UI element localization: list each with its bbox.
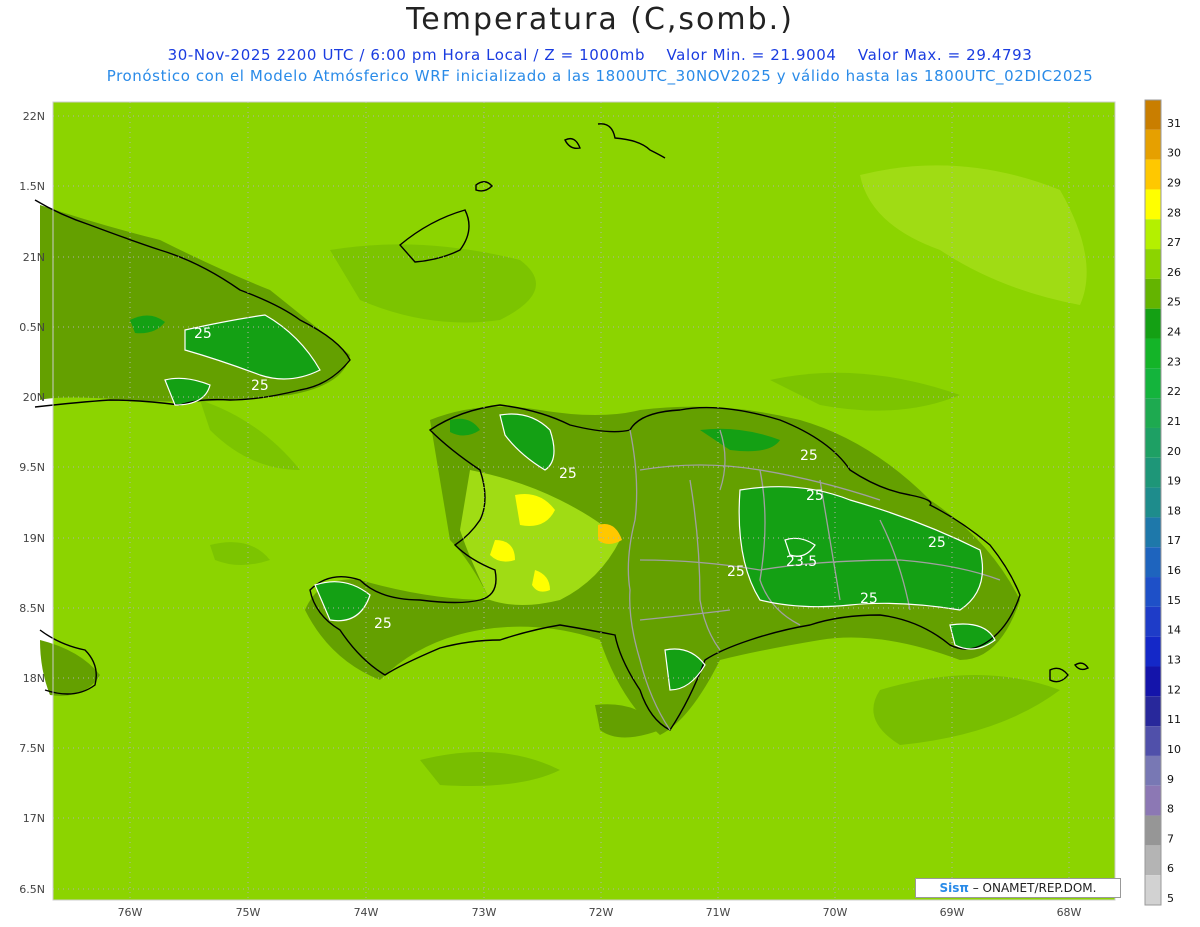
colorbar-swatch — [1145, 547, 1161, 578]
contour-label: 25 — [727, 564, 745, 580]
colorbar-swatch — [1145, 249, 1161, 279]
lat-label: 22N — [23, 110, 45, 123]
colorbar-label: 30 — [1167, 147, 1181, 160]
lat-label: 8.5N — [19, 602, 45, 615]
lat-label: 18N — [23, 672, 45, 685]
colorbar-swatch — [1145, 666, 1161, 697]
colorbar-swatch — [1145, 278, 1161, 309]
colorbar-label: 6 — [1167, 862, 1174, 875]
contour-label: 25 — [800, 448, 818, 464]
colorbar-label: 23 — [1167, 355, 1181, 368]
colorbar-label: 14 — [1167, 624, 1181, 637]
colorbar-label: 10 — [1167, 743, 1181, 756]
colorbar-swatch — [1145, 517, 1161, 548]
colorbar-swatch — [1145, 189, 1161, 220]
colorbar-label: 16 — [1167, 564, 1181, 577]
colorbar-label: 15 — [1167, 594, 1181, 607]
contour-label: 25 — [559, 466, 577, 482]
colorbar-swatch — [1145, 636, 1161, 667]
lat-label: 20N — [23, 391, 45, 404]
contour-label: 25 — [374, 616, 392, 632]
lon-label: 72W — [589, 906, 614, 919]
lat-label: 9.5N — [19, 461, 45, 474]
colorbar-swatch — [1145, 100, 1161, 130]
colorbar-swatch — [1145, 487, 1161, 518]
colorbar-swatch — [1145, 845, 1161, 876]
colorbar-swatch — [1145, 457, 1161, 488]
colorbar-swatch — [1145, 129, 1161, 160]
colorbar-label: 21 — [1167, 415, 1181, 428]
colorbar-label: 28 — [1167, 206, 1181, 219]
lon-label: 69W — [940, 906, 965, 919]
contour-label: 25 — [860, 591, 878, 607]
colorbar-swatch — [1145, 815, 1161, 846]
colorbar-label: 5 — [1167, 892, 1174, 905]
lat-label: 1.5N — [19, 180, 45, 193]
colorbar-swatch — [1145, 398, 1161, 428]
lon-label: 76W — [118, 906, 143, 919]
colorbar-swatch — [1145, 696, 1161, 727]
colorbar-label: 12 — [1167, 683, 1181, 696]
colorbar-label: 29 — [1167, 176, 1181, 189]
contour-label: 25 — [251, 378, 269, 394]
lon-axis: 76W 75W 74W 73W 72W 71W 70W 69W 68W — [118, 906, 1082, 919]
colorbar-swatch — [1145, 427, 1161, 458]
colorbar: 31 30 29 28 27 26 25 24 23 22 21 20 19 18 17 16 15 14 13 12… — [1144, 99, 1181, 906]
colorbar-swatch — [1145, 368, 1161, 399]
colorbar-swatch — [1145, 219, 1161, 250]
lon-label: 73W — [472, 906, 497, 919]
colorbar-swatch — [1145, 875, 1161, 905]
lat-label: 6.5N — [19, 883, 45, 896]
lon-label: 68W — [1057, 906, 1082, 919]
colorbar-label: 18 — [1167, 504, 1181, 517]
lon-label: 70W — [823, 906, 848, 919]
colorbar-label: 26 — [1167, 266, 1181, 279]
contour-label: 25 — [928, 535, 946, 551]
colorbar-swatch — [1145, 785, 1161, 816]
lon-label: 75W — [236, 906, 261, 919]
colorbar-label: 31 — [1167, 117, 1181, 130]
contour-label: 25 — [194, 326, 212, 342]
colorbar-label: 27 — [1167, 236, 1181, 249]
credit-box: Sisπ – ONAMET/REP.DOM. — [915, 878, 1121, 898]
temperature-map: 25 25 25 25 25 25 25 25 23.5 25 22N 1.5N… — [19, 99, 1181, 919]
colorbar-label: 8 — [1167, 803, 1174, 816]
lon-label: 74W — [354, 906, 379, 919]
colorbar-label: 22 — [1167, 385, 1181, 398]
lat-label: 17N — [23, 812, 45, 825]
contour-label: 23.5 — [786, 554, 817, 570]
colorbar-swatch — [1145, 159, 1161, 190]
lat-label: 7.5N — [19, 742, 45, 755]
colorbar-label: 9 — [1167, 773, 1174, 786]
sis-logo-text: Sisπ — [939, 881, 969, 895]
colorbar-swatch — [1145, 338, 1161, 369]
colorbar-swatch — [1145, 726, 1161, 756]
contour-label: 25 — [806, 488, 824, 504]
lat-label: 0.5N — [19, 321, 45, 334]
colorbar-label: 25 — [1167, 296, 1181, 309]
lat-label: 21N — [23, 251, 45, 264]
lat-label: 19N — [23, 532, 45, 545]
colorbar-label: 7 — [1167, 832, 1174, 845]
colorbar-label: 19 — [1167, 475, 1181, 488]
colorbar-swatch — [1145, 577, 1161, 607]
credit-text: – ONAMET/REP.DOM. — [968, 881, 1097, 895]
colorbar-swatch — [1145, 308, 1161, 339]
colorbar-label: 24 — [1167, 326, 1181, 339]
colorbar-label: 17 — [1167, 534, 1181, 547]
lon-label: 71W — [706, 906, 731, 919]
colorbar-label: 20 — [1167, 445, 1181, 458]
colorbar-swatch — [1145, 606, 1161, 637]
colorbar-label: 11 — [1167, 713, 1181, 726]
colorbar-swatch — [1145, 755, 1161, 786]
colorbar-label: 13 — [1167, 654, 1181, 667]
